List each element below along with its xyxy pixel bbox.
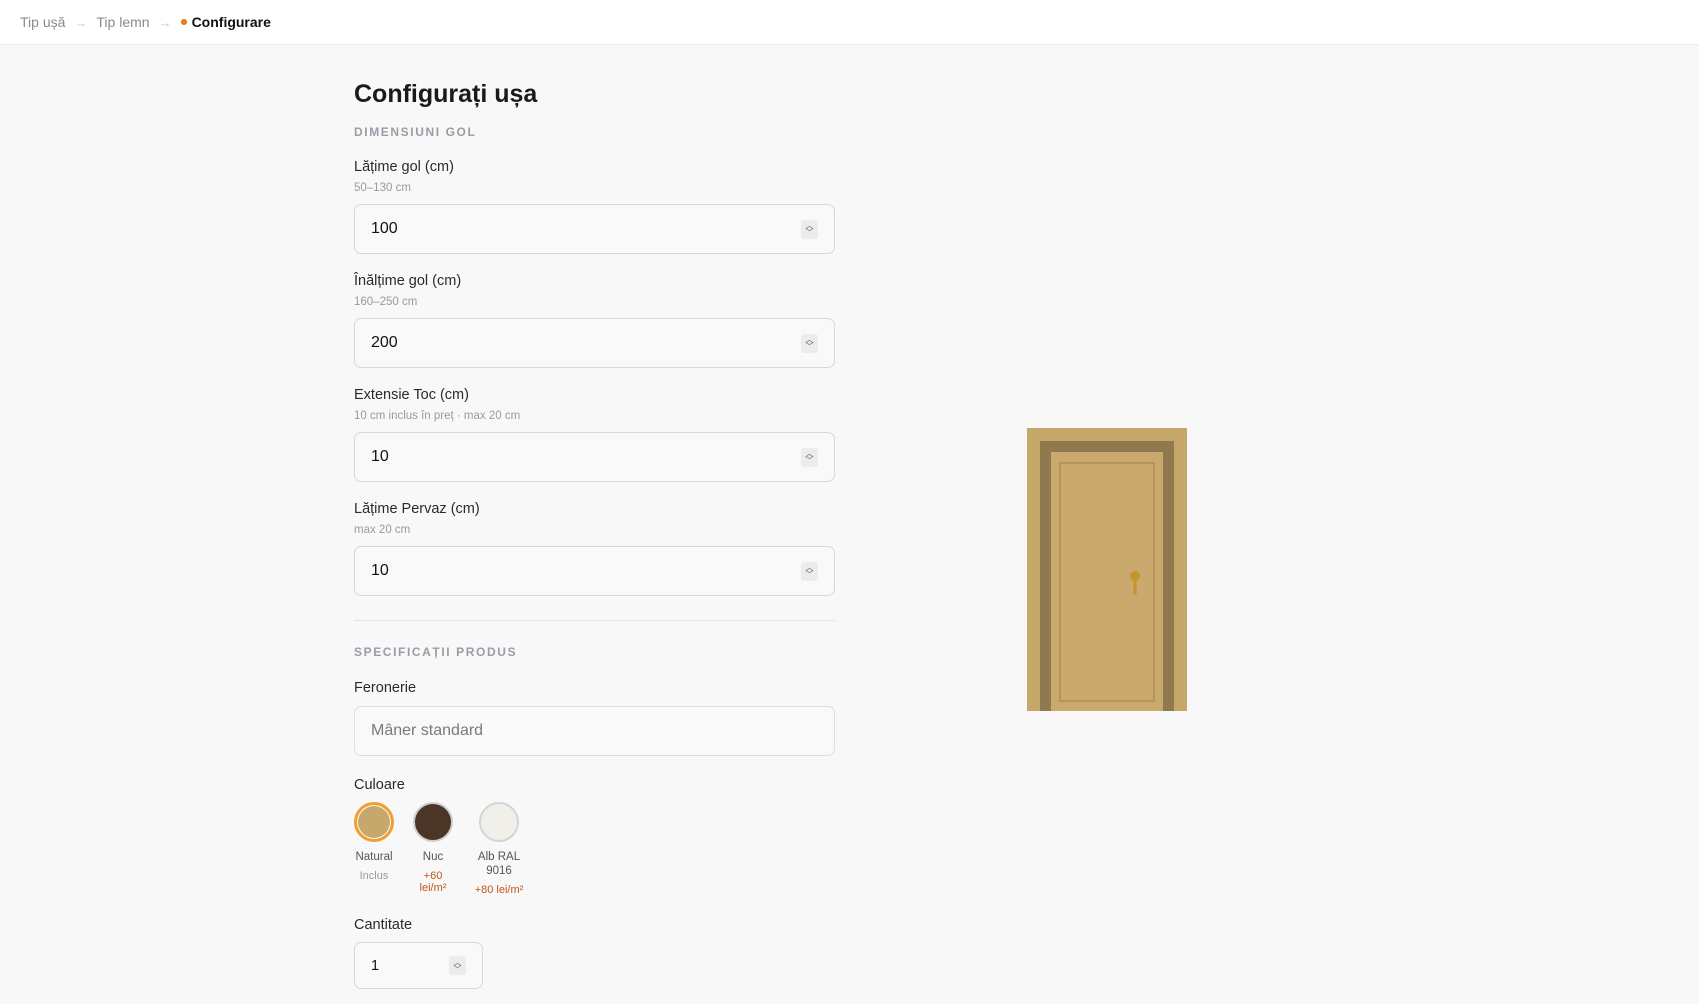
height-hint: 160–250 cm	[354, 296, 418, 308]
chevron-up-down-icon[interactable]: ︿ ﹀	[801, 447, 818, 467]
trim-width-hint: max 20 cm	[354, 524, 411, 536]
frame-extension-label: Extensie Toc (cm)	[354, 387, 469, 403]
frame-extension-hint: 10 cm inclus în preț · max 20 cm	[354, 410, 521, 422]
chevron-up-down-icon[interactable]: ︿ ﹀	[449, 956, 466, 975]
door-leaf	[1051, 452, 1163, 711]
color-name-alb-line1: Alb RAL	[477, 851, 521, 863]
color-option-alb[interactable]: Alb RAL 9016 +80 lei/m²	[469, 802, 529, 896]
width-label: Lățime gol (cm)	[354, 159, 454, 175]
height-label: Înălțime gol (cm)	[354, 273, 462, 289]
height-field: Înălțime gol (cm) 160–250 cm 200 ︿ ﹀	[354, 273, 835, 368]
color-label: Culoare	[354, 777, 405, 793]
hardware-label: Feronerie	[354, 680, 417, 696]
hardware-placeholder: Mâner standard	[371, 722, 484, 739]
current-step-dot-icon	[180, 19, 187, 25]
color-option-nuc[interactable]: Nuc +60 lei/m²	[413, 802, 453, 896]
door-illustration	[1027, 428, 1187, 711]
breadcrumb: Tip ușă → Tip lemn → Configurare	[0, 0, 1699, 45]
breadcrumb-arrow-icon: →	[74, 14, 88, 30]
door-handle-stem	[1133, 576, 1137, 595]
trim-width-input[interactable]: 10 ︿ ﹀	[354, 546, 835, 596]
color-name-alb: Alb RAL 9016	[478, 850, 520, 878]
frame-extension-field: Extensie Toc (cm) 10 cm inclus în preț ·…	[354, 387, 835, 482]
section-specs-heading: SPECIFICAȚII PRODUS	[354, 645, 518, 659]
quantity-stepper[interactable]: 1 ︿ ﹀	[354, 942, 483, 989]
width-value: 100	[371, 220, 398, 237]
section-dimensions-heading: DIMENSIUNI GOL	[354, 125, 477, 139]
page-title: Configurați ușa	[354, 80, 538, 108]
color-name-natural: Natural	[355, 851, 393, 863]
chevron-up-down-icon[interactable]: ︿ ﹀	[801, 219, 818, 239]
trim-width-field: Lățime Pervaz (cm) max 20 cm 10 ︿ ﹀	[354, 501, 835, 596]
breadcrumb-tip-lemn[interactable]: Tip lemn	[96, 14, 149, 30]
frame-extension-input[interactable]: 10 ︿ ﹀	[354, 432, 835, 482]
color-swatch-nuc[interactable]	[413, 802, 453, 842]
quantity-label: Cantitate	[354, 917, 413, 933]
breadcrumb-configurare: Configurare	[191, 14, 271, 30]
quantity-field: Cantitate 1 ︿ ﹀	[354, 917, 835, 989]
door-preview	[1027, 428, 1187, 711]
color-field: Culoare Natural Inclus Nuc +60 lei/m² Al…	[354, 777, 835, 896]
color-swatch-natural[interactable]	[354, 802, 394, 842]
width-input[interactable]: 100 ︿ ﹀	[354, 204, 835, 254]
color-price-nuc: +60 lei/m²	[419, 870, 447, 894]
trim-width-value: 10	[371, 562, 389, 579]
configurator-form: Configurați ușa DIMENSIUNI GOL Lățime go…	[354, 78, 835, 989]
color-price-natural: Inclus	[359, 870, 389, 882]
quantity-value: 1	[371, 957, 380, 974]
width-hint: 50–130 cm	[354, 182, 411, 194]
color-swatch-alb[interactable]	[479, 802, 519, 842]
color-swatches: Natural Inclus Nuc +60 lei/m² Alb RAL 90…	[354, 802, 835, 896]
color-option-natural[interactable]: Natural Inclus	[354, 802, 394, 896]
chevron-up-down-icon[interactable]: ︿ ﹀	[801, 333, 818, 353]
color-name-nuc: Nuc	[422, 851, 444, 863]
height-value: 200	[371, 334, 398, 351]
hardware-input[interactable]: Mâner standard	[354, 706, 835, 756]
trim-width-label: Lățime Pervaz (cm)	[354, 501, 480, 517]
section-divider	[354, 620, 835, 621]
frame-extension-value: 10	[371, 448, 389, 465]
breadcrumb-arrow-icon: →	[158, 14, 172, 30]
height-input[interactable]: 200 ︿ ﹀	[354, 318, 835, 368]
width-field: Lățime gol (cm) 50–130 cm 100 ︿ ﹀	[354, 159, 835, 254]
hardware-field: Feronerie Mâner standard	[354, 680, 835, 756]
chevron-up-down-icon[interactable]: ︿ ﹀	[801, 561, 818, 581]
breadcrumb-tip-usa[interactable]: Tip ușă	[20, 14, 65, 30]
color-price-alb: +80 lei/m²	[474, 884, 524, 896]
color-name-alb-line2: 9016	[486, 865, 512, 877]
